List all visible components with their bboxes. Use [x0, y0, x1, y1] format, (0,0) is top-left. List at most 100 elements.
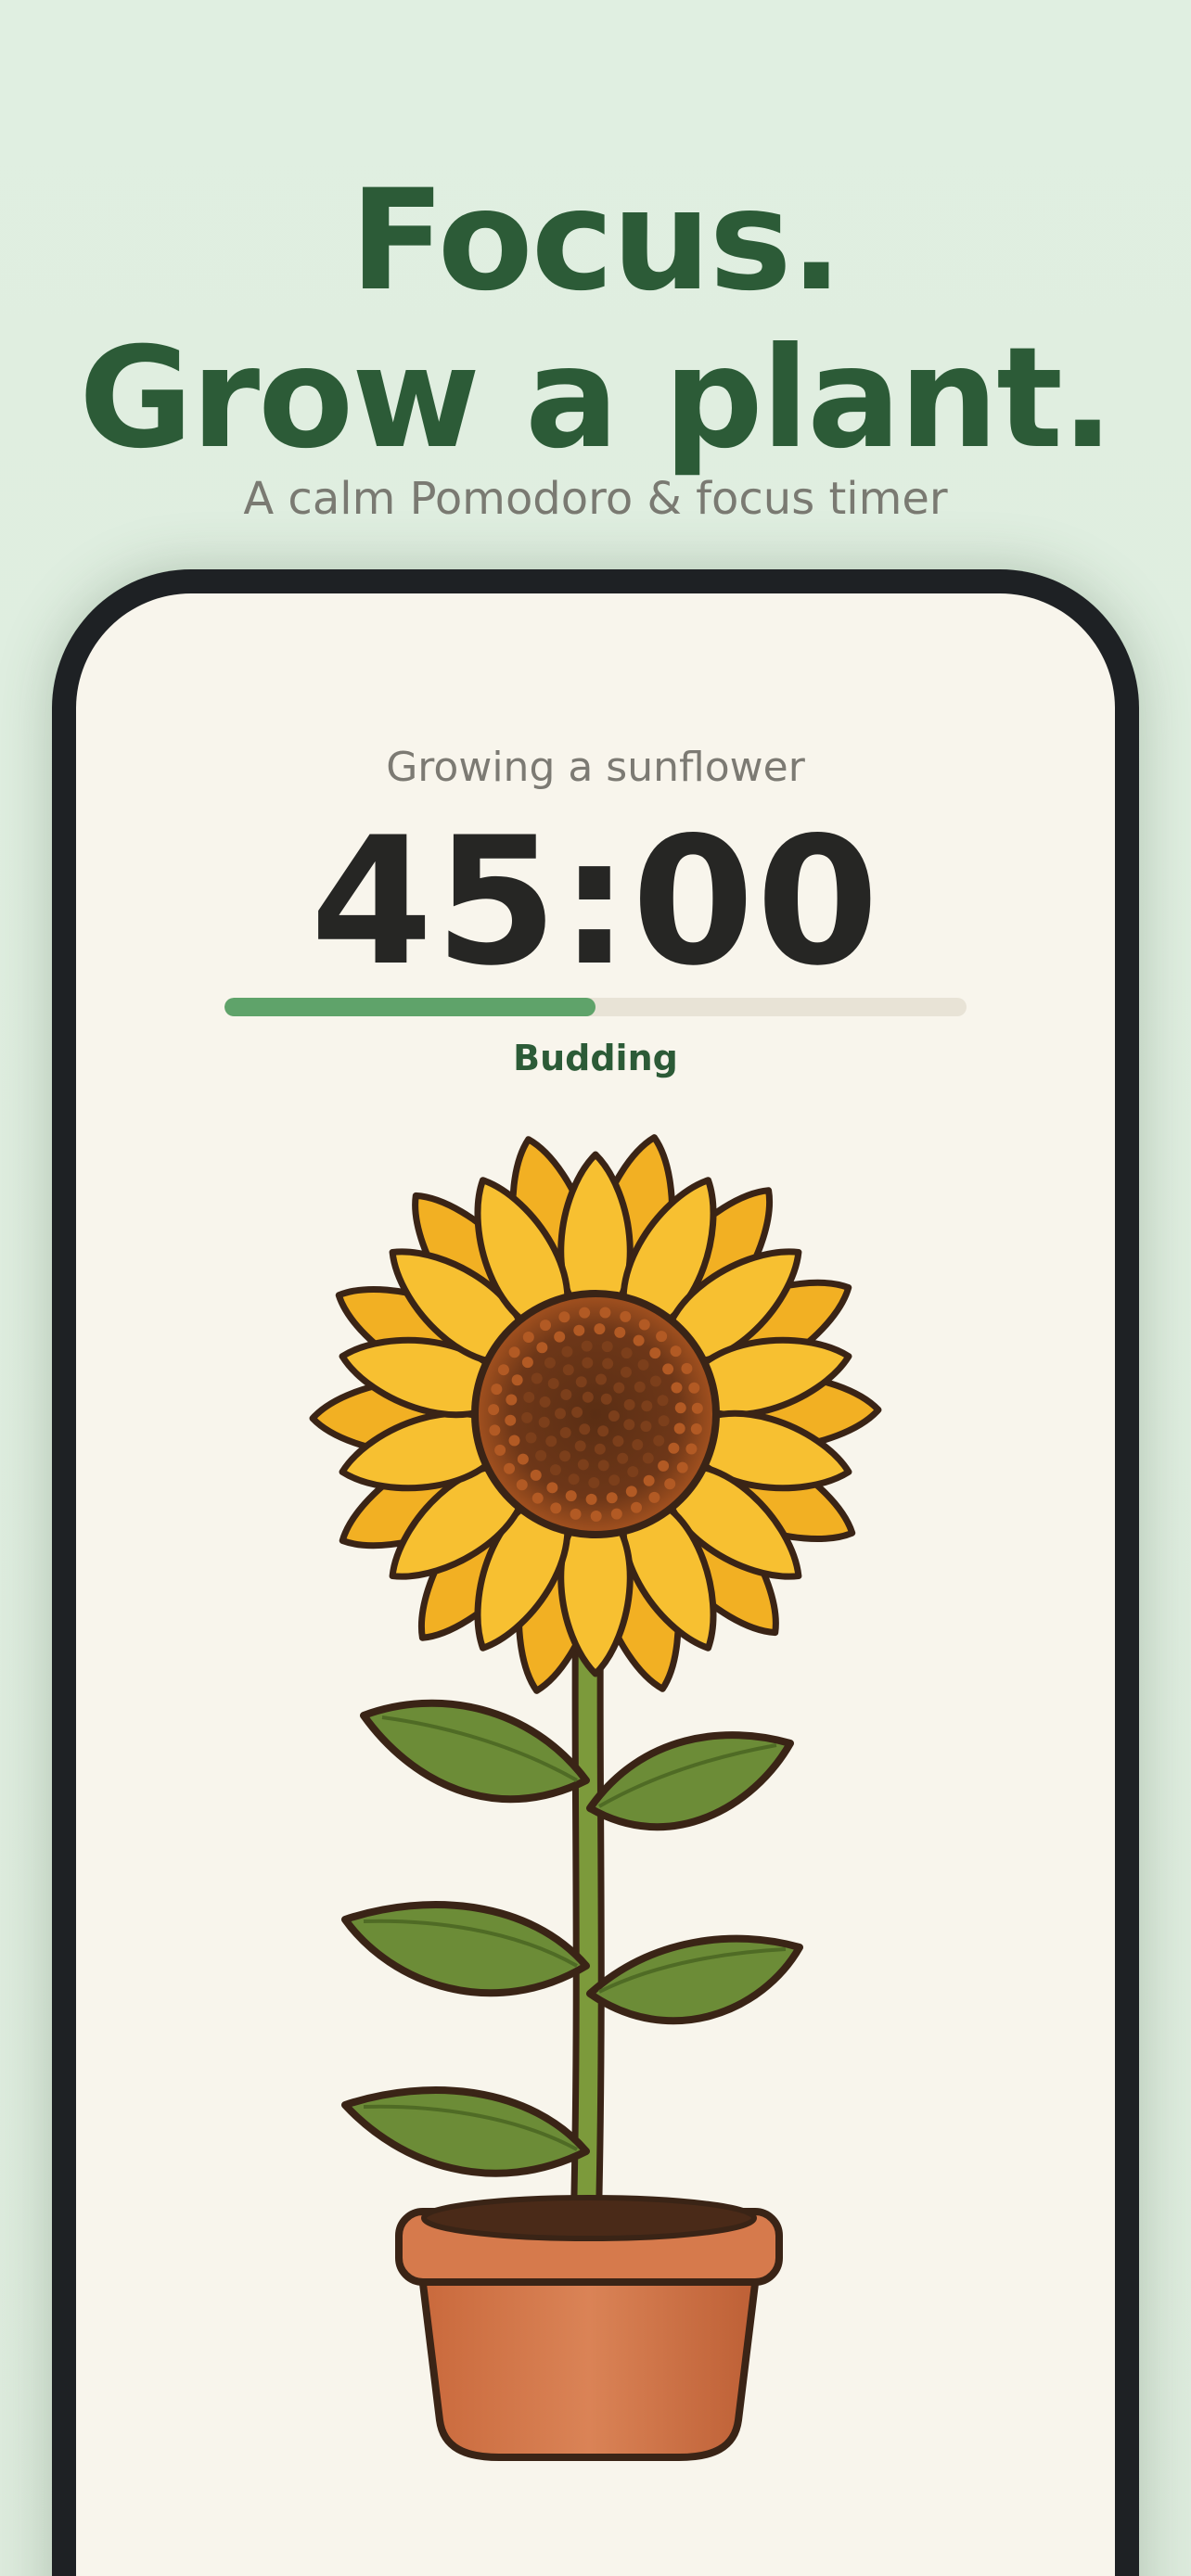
seed	[601, 1341, 613, 1353]
seed	[658, 1415, 670, 1427]
seed	[670, 1345, 682, 1358]
seed	[673, 1422, 685, 1435]
seed	[531, 1492, 544, 1504]
plant-status-label: Growing a sunflower	[386, 744, 805, 791]
seed	[573, 1324, 585, 1336]
seed	[690, 1422, 702, 1435]
seed	[506, 1394, 518, 1406]
seed	[588, 1476, 600, 1488]
seed	[674, 1402, 686, 1414]
seed	[632, 1438, 644, 1450]
seed	[540, 1320, 552, 1332]
phone-frame: Growing a sunflower 45:00 Budding	[52, 569, 1139, 2576]
seed	[530, 1469, 542, 1481]
seed	[544, 1357, 556, 1369]
seed	[641, 1400, 653, 1412]
seed	[627, 1466, 639, 1478]
seed	[621, 1347, 633, 1359]
seed	[648, 1491, 660, 1503]
leaf	[360, 1699, 590, 1804]
seed	[610, 1508, 622, 1520]
seed	[581, 1340, 593, 1352]
seed	[494, 1444, 506, 1456]
seed	[691, 1402, 703, 1414]
seed	[634, 1381, 646, 1393]
seed	[571, 1406, 583, 1418]
seed	[521, 1357, 533, 1369]
seed	[688, 1382, 700, 1394]
seed	[657, 1395, 669, 1407]
seed	[522, 1331, 534, 1343]
seed	[579, 1423, 591, 1435]
seed	[662, 1363, 674, 1375]
seed	[658, 1460, 670, 1472]
seed	[535, 1449, 547, 1461]
seed	[559, 1450, 571, 1462]
seed	[613, 1382, 625, 1394]
seed	[617, 1452, 629, 1464]
seed	[640, 1421, 652, 1433]
seed	[574, 1440, 586, 1452]
seed	[685, 1443, 698, 1455]
seed	[614, 1326, 626, 1338]
seed	[625, 1486, 637, 1498]
seed	[550, 1502, 562, 1514]
seed	[649, 1347, 661, 1359]
seed	[489, 1424, 501, 1436]
seed	[568, 1473, 580, 1486]
seed	[547, 1378, 559, 1390]
seed	[671, 1382, 683, 1394]
seed	[554, 1331, 566, 1343]
seed	[558, 1311, 570, 1323]
seed	[560, 1388, 572, 1400]
seed	[539, 1396, 551, 1408]
headline-line-1: Focus.	[350, 160, 842, 322]
seed	[590, 1510, 602, 1522]
seed	[642, 1452, 654, 1464]
headline-line-2: Grow a plant.	[79, 318, 1114, 479]
growth-progress-fill	[224, 998, 596, 1016]
seed	[523, 1391, 535, 1403]
seed	[504, 1462, 516, 1474]
seed	[620, 1310, 632, 1322]
seed	[631, 1501, 643, 1513]
seed	[600, 1393, 612, 1405]
seed	[649, 1375, 661, 1387]
seed	[525, 1432, 537, 1444]
seed	[508, 1346, 520, 1358]
seed	[623, 1398, 635, 1410]
tagline: A calm Pomodoro & focus timer	[243, 473, 948, 525]
seed	[594, 1443, 606, 1455]
seed	[497, 1364, 509, 1376]
seed	[531, 1372, 543, 1384]
timer-display[interactable]: 45:00	[76, 802, 1115, 1001]
seed	[516, 1479, 528, 1491]
seed	[656, 1331, 668, 1343]
seed	[608, 1474, 621, 1486]
seed	[505, 1414, 517, 1426]
seed	[585, 1493, 597, 1505]
seed	[620, 1366, 632, 1378]
seed	[668, 1442, 680, 1454]
seed	[602, 1358, 614, 1370]
flower-pot	[395, 2195, 783, 2461]
seed	[488, 1404, 500, 1416]
seed	[653, 1435, 665, 1447]
sunflower-illustration	[309, 1134, 882, 2461]
seed	[664, 1478, 676, 1490]
seed	[511, 1374, 523, 1386]
seed	[562, 1364, 574, 1376]
seed	[521, 1411, 533, 1423]
seed	[517, 1453, 529, 1465]
seed	[538, 1416, 550, 1428]
seed	[546, 1482, 558, 1494]
phone-screen: Growing a sunflower 45:00 Budding	[76, 593, 1115, 2576]
seed	[491, 1384, 503, 1396]
seed	[637, 1358, 649, 1371]
seed	[536, 1342, 548, 1354]
seed	[561, 1345, 573, 1358]
seed	[559, 1427, 571, 1439]
seed	[612, 1435, 624, 1447]
leaf	[341, 1901, 590, 1997]
seed	[595, 1373, 607, 1385]
